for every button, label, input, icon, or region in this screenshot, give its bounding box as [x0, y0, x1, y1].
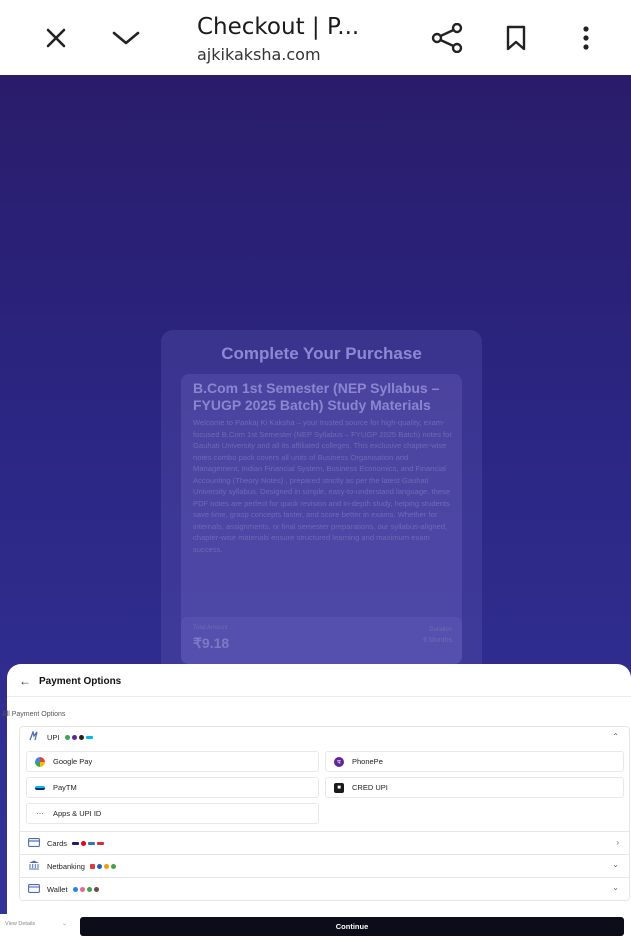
product-title: B.Com 1st Semester (NEP Syllabus – FYUGP…	[193, 380, 440, 413]
chevron-down-icon[interactable]	[106, 18, 146, 58]
chevron-down-small-icon[interactable]: ⌄	[612, 883, 619, 892]
product-description: Welcome to Pankaj Ki Kaksha – your trust…	[193, 418, 452, 554]
upi-section: UPI ⌃ Google Pay प PhonePe PayTM ■ CRED …	[19, 726, 630, 832]
wallet-label: Wallet	[47, 884, 68, 894]
duration-value: 6 Months	[423, 637, 452, 644]
google-pay-icon	[35, 756, 45, 767]
browser-toolbar: Checkout | P... ajkikaksha.com	[0, 0, 631, 75]
wallet-icon	[27, 883, 41, 895]
apps-upi-id-option[interactable]: ⋯ Apps & UPI ID	[26, 803, 319, 824]
chevron-up-icon[interactable]: ⌃	[612, 732, 619, 741]
duration-label: Duration	[429, 627, 452, 633]
upi-label: UPI	[47, 732, 60, 742]
page-title: Checkout | P...	[197, 14, 360, 40]
cards-label: Cards	[47, 838, 68, 848]
more-vertical-icon[interactable]	[566, 18, 606, 58]
close-icon[interactable]	[36, 18, 76, 58]
sheet-header: ← Payment Options	[19, 673, 121, 689]
cred-upi-option[interactable]: ■ CRED UPI	[325, 777, 624, 798]
chevron-down-icon[interactable]: ⌄	[62, 920, 67, 927]
paytm-option[interactable]: PayTM	[26, 777, 319, 798]
paytm-label: PayTM	[53, 783, 77, 792]
view-details-link[interactable]: View Details	[5, 921, 35, 927]
continue-button[interactable]: Continue	[80, 917, 624, 936]
netbanking-label: Netbanking	[47, 861, 85, 871]
all-payment-options-label: All Payment Options	[2, 711, 66, 718]
netbanking-row[interactable]: Netbanking ⌄	[19, 855, 630, 878]
divider	[7, 696, 631, 697]
bookmark-icon[interactable]	[496, 18, 536, 58]
cards-row[interactable]: Cards ›	[19, 832, 630, 855]
card-icon	[27, 837, 41, 849]
upi-header[interactable]: UPI ⌃	[20, 727, 629, 747]
paytm-icon	[35, 785, 45, 790]
payment-sheet: ← Payment Options All Payment Options UP…	[2, 664, 631, 937]
page-url: ajkikaksha.com	[197, 45, 321, 64]
phonepe-label: PhonePe	[352, 757, 383, 766]
phonepe-icon: प	[334, 756, 344, 767]
apps-upi-id-label: Apps & UPI ID	[53, 809, 102, 818]
bank-logos	[89, 863, 116, 869]
wallet-row[interactable]: Wallet ⌄	[19, 878, 630, 901]
cred-icon: ■	[334, 782, 344, 793]
total-box: Total Amount ₹9.18 Duration 6 Months	[181, 617, 462, 664]
total-label: Total Amount	[193, 625, 228, 631]
card-network-logos	[72, 840, 105, 846]
upi-icon	[27, 729, 41, 743]
upi-app-logos	[64, 734, 93, 740]
phonepe-option[interactable]: प PhonePe	[325, 751, 624, 772]
google-pay-label: Google Pay	[53, 757, 93, 766]
share-icon[interactable]	[427, 18, 467, 58]
chevron-right-icon[interactable]: ›	[616, 838, 619, 847]
wallet-logos	[72, 886, 99, 892]
back-arrow-icon[interactable]: ←	[19, 674, 31, 688]
bank-icon	[27, 860, 41, 872]
chevron-down-small-icon[interactable]: ⌄	[612, 860, 619, 869]
google-pay-option[interactable]: Google Pay	[26, 751, 319, 772]
total-value: ₹9.18	[193, 635, 230, 651]
cred-upi-label: CRED UPI	[352, 783, 388, 792]
sheet-title: Payment Options	[39, 675, 122, 687]
sheet-footer: View Details ⌄ Continue	[0, 914, 631, 937]
more-icon: ⋯	[36, 809, 44, 818]
purchase-heading: Complete Your Purchase	[221, 344, 422, 363]
